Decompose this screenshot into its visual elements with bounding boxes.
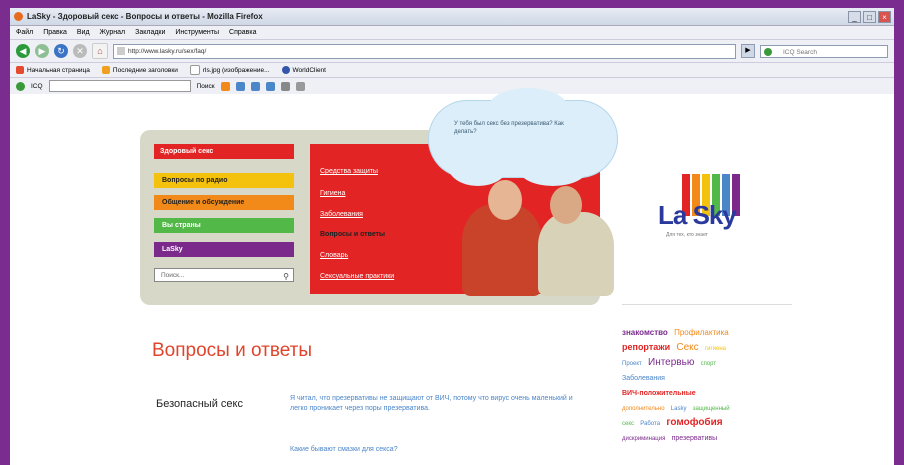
menu-link-faq[interactable]: Вопросы и ответы	[320, 231, 385, 238]
tag-link[interactable]: Проект	[622, 361, 642, 367]
divider	[622, 304, 792, 305]
logo-text: La Sky	[658, 200, 737, 230]
tag-link[interactable]: гомофобия	[666, 417, 722, 428]
tag-link[interactable]: Заболевания	[622, 375, 665, 382]
page-icon	[189, 65, 200, 75]
tag-link[interactable]: гигиена	[705, 346, 726, 352]
page-content: Здоровый секс Вопросы по радио Общение и…	[10, 88, 894, 465]
menu-link-hygiene[interactable]: Гигиена	[320, 190, 345, 197]
maximize-button[interactable]: □	[863, 10, 876, 23]
tag-link[interactable]: презервативы	[672, 435, 718, 442]
find-label[interactable]: Поиск	[197, 83, 215, 90]
title-bar: LaSky - Здоровый секс - Вопросы и ответы…	[10, 8, 894, 26]
person-icon[interactable]	[280, 81, 290, 91]
menu-bar: Файл Правка Вид Журнал Закладки Инструме…	[10, 26, 894, 40]
search-icon[interactable]: ⚲	[283, 270, 289, 284]
menu-edit[interactable]: Правка	[43, 29, 67, 36]
tag-link[interactable]: Интервью	[648, 357, 694, 368]
bookmarks-toolbar: Начальная страница Последние заголовки r…	[10, 63, 894, 78]
person-head	[550, 186, 582, 224]
navigation-toolbar: ◀ ▶ ↻ ✕ ⌂ http://www.lasky.ru/sex/faq/ ▶…	[10, 40, 894, 63]
menu-help[interactable]: Справка	[229, 29, 256, 36]
icq-search-combo[interactable]	[48, 80, 191, 92]
forward-icon[interactable]: ▶	[35, 44, 49, 58]
tag-link[interactable]: секс	[622, 421, 634, 427]
toolbar-tool-icon[interactable]	[220, 81, 230, 91]
icq-toolbar: ICQ Поиск	[10, 78, 894, 95]
tag-link[interactable]: защищенный	[693, 406, 730, 412]
page-title: Вопросы и ответы	[152, 340, 313, 361]
tag-link[interactable]: спорт	[701, 361, 717, 367]
tag-link[interactable]: репортажи	[622, 342, 670, 352]
menu-link-dictionary[interactable]: Словарь	[320, 252, 348, 259]
tag-link[interactable]: дополнительно	[622, 406, 665, 412]
browser-window: LaSky - Здоровый секс - Вопросы и ответы…	[10, 8, 894, 465]
bookmark-icon	[16, 66, 24, 74]
site-search-input[interactable]: Поиск... ⚲	[154, 268, 294, 282]
bookmark-item[interactable]: WorldClient	[281, 66, 326, 74]
pencil-icon[interactable]	[295, 81, 305, 91]
person-photo	[538, 212, 614, 296]
bookmark-label: rls.jpg (изображение...	[202, 66, 270, 74]
search-input[interactable]: ICQ Search	[760, 44, 888, 58]
section-header[interactable]: Здоровый секс	[154, 144, 294, 159]
menu-link-protection[interactable]: Средства защиты	[320, 168, 378, 175]
cloud-text: У тебя был секс без презерватива? Как де…	[454, 121, 564, 135]
menu-link-diseases[interactable]: Заболевания	[320, 211, 363, 218]
tag-link[interactable]: знакомство	[622, 328, 668, 337]
tag-link[interactable]: ВИЧ-положительные	[622, 390, 696, 397]
bookmark-label: Начальная страница	[27, 66, 90, 74]
question-heading: Безопасный секс	[156, 398, 243, 410]
zoom-icon[interactable]	[250, 81, 260, 91]
zoom-icon[interactable]	[235, 81, 245, 91]
question-link[interactable]: Какие бывают смазки для секса?	[290, 446, 398, 453]
menu-link-practices[interactable]: Сексуальные практики	[320, 273, 394, 280]
bookmark-label: WorldClient	[292, 66, 326, 74]
window-title: LaSky - Здоровый секс - Вопросы и ответы…	[27, 12, 263, 21]
rss-icon	[101, 66, 110, 74]
tag-link[interactable]: Работа	[640, 421, 660, 427]
home-icon[interactable]: ⌂	[92, 43, 108, 59]
bookmark-label: Последние заголовки	[112, 66, 178, 74]
menu-view[interactable]: Вид	[77, 29, 90, 36]
stop-icon[interactable]: ✕	[73, 44, 87, 58]
icq-icon[interactable]	[16, 81, 25, 91]
bookmark-item[interactable]: Начальная страница	[16, 66, 90, 74]
url-input[interactable]: http://www.lasky.ru/sex/faq/	[113, 43, 736, 59]
globe-icon	[281, 66, 290, 74]
bookmark-item[interactable]: rls.jpg (изображение...	[189, 65, 270, 75]
menu-bookmarks[interactable]: Закладки	[135, 29, 165, 36]
url-text: http://www.lasky.ru/sex/faq/	[128, 47, 207, 55]
zoom-icon[interactable]	[265, 81, 275, 91]
go-button[interactable]: ▶	[741, 44, 755, 58]
firefox-icon	[14, 12, 23, 21]
tag-cloud: знакомство Профилактика репортажи Секс г…	[622, 326, 792, 446]
question-text[interactable]: Я читал, что презервативы не защищают от…	[290, 394, 590, 414]
left-menu-item-radio[interactable]: Вопросы по радио	[154, 173, 294, 188]
lasky-logo[interactable]: La Sky Для тех, кто знает	[658, 174, 748, 244]
site-search-placeholder: Поиск...	[161, 272, 185, 279]
tag-link[interactable]: Профилактика	[674, 328, 729, 337]
minimize-button[interactable]: _	[848, 10, 861, 23]
left-menu-item-country[interactable]: Вы страны	[154, 218, 294, 233]
speech-cloud	[428, 88, 618, 186]
close-button[interactable]: ×	[878, 10, 891, 23]
logo-subtitle: Для тех, кто знает	[666, 232, 708, 238]
menu-file[interactable]: Файл	[16, 29, 33, 36]
page-favicon	[117, 46, 125, 55]
reload-icon[interactable]: ↻	[54, 44, 68, 58]
tag-link[interactable]: дискриминация	[622, 436, 665, 442]
left-menu-item-lasky[interactable]: LaSky	[154, 242, 294, 257]
menu-tools[interactable]: Инструменты	[175, 29, 219, 36]
search-placeholder: ICQ Search	[783, 48, 817, 56]
tag-link[interactable]: Секс	[676, 342, 698, 353]
left-menu-item-discussion[interactable]: Общение и обсуждение	[154, 195, 294, 210]
icq-search-icon	[764, 47, 772, 56]
tag-link[interactable]: Lasky	[671, 406, 687, 412]
menu-history[interactable]: Журнал	[100, 29, 126, 36]
person-head	[488, 180, 522, 220]
back-icon[interactable]: ◀	[16, 44, 30, 58]
bookmark-item[interactable]: Последние заголовки	[101, 66, 178, 74]
icq-label[interactable]: ICQ	[31, 83, 43, 90]
